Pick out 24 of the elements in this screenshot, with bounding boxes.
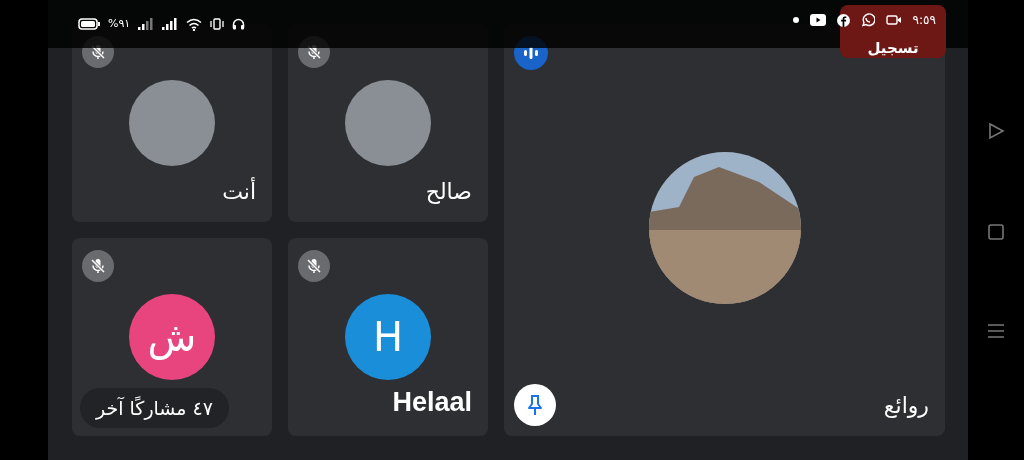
chat-phone-icon: [860, 13, 875, 27]
vibrate-icon: [210, 18, 225, 30]
participant-name: Helaal: [392, 385, 472, 419]
wifi-icon: [186, 17, 203, 31]
play-icon: [809, 14, 826, 26]
participant-name: أنت: [222, 176, 256, 206]
headset-icon: [232, 18, 246, 30]
pin-icon: [526, 394, 544, 416]
dot-icon: [792, 17, 799, 23]
pin-button[interactable]: [514, 384, 556, 426]
video-camera-icon: [885, 14, 902, 26]
more-participants-label[interactable]: ٤٧ مشاركًا آخر: [80, 387, 229, 428]
status-time: ٩:٥٩: [912, 12, 936, 29]
battery-percent: %٩١: [108, 15, 131, 32]
menu-icon[interactable]: [988, 324, 1004, 338]
participant-name: روائع: [883, 392, 929, 420]
participant-name: صالح: [425, 178, 472, 206]
battery-icon: [78, 18, 100, 30]
back-icon[interactable]: [987, 122, 1005, 140]
signal-icon: [138, 18, 155, 30]
letter-avatar: H: [345, 294, 431, 380]
signal-icon: [162, 18, 179, 30]
home-icon[interactable]: [988, 224, 1004, 240]
letter-avatar: ش: [129, 294, 215, 380]
